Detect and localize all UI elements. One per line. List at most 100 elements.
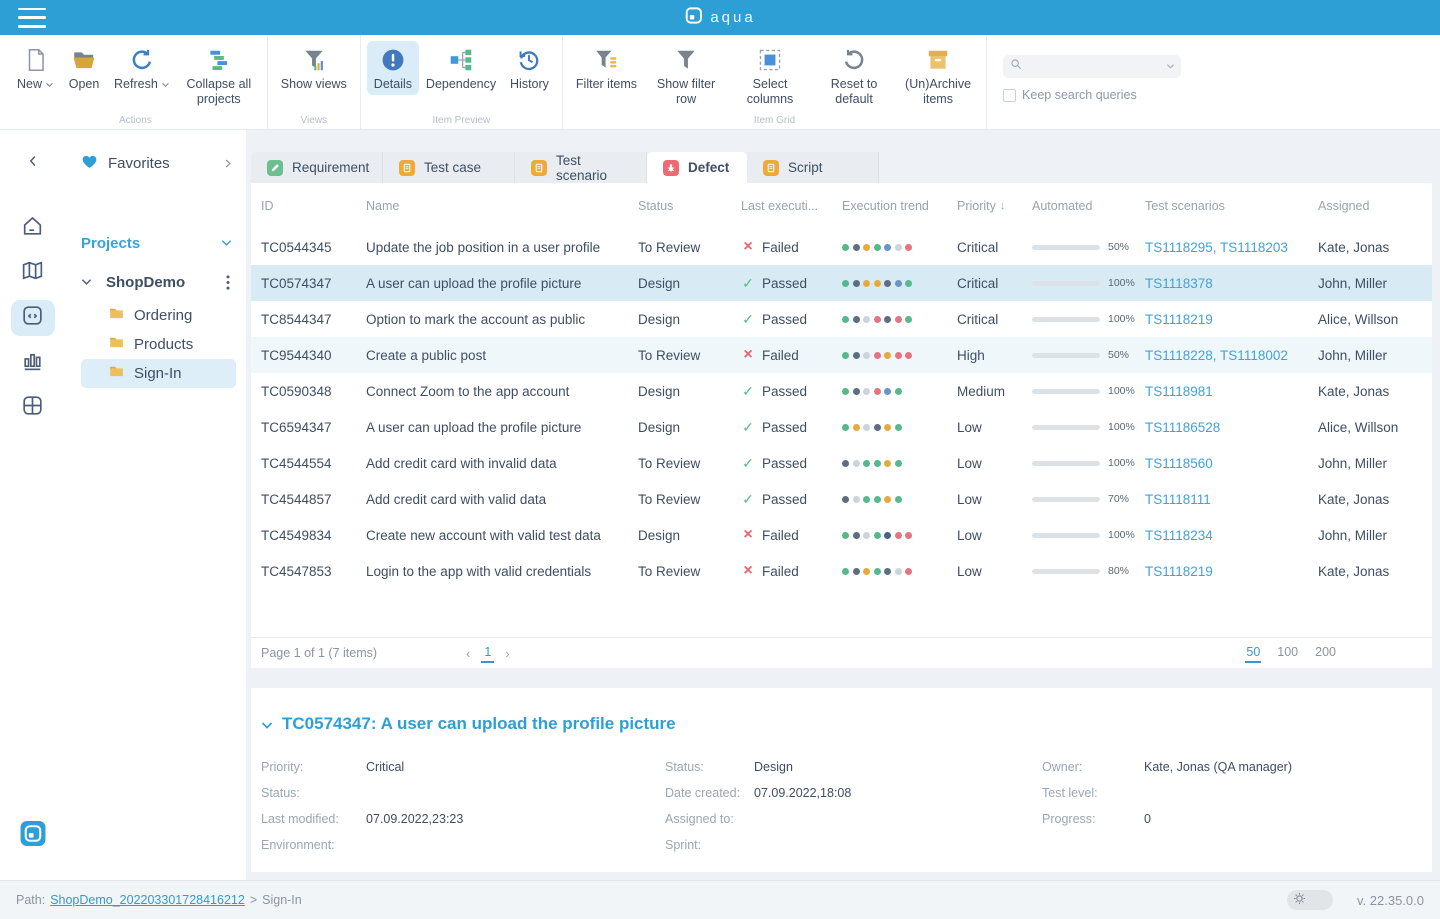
keep-search-checkbox[interactable] bbox=[1003, 89, 1016, 102]
column-header-name[interactable]: Name bbox=[366, 199, 638, 213]
chevron-right-icon[interactable] bbox=[224, 158, 232, 169]
tab-defect[interactable]: Defect bbox=[647, 152, 747, 183]
open-button[interactable]: Open bbox=[61, 41, 107, 95]
un-archive-items-button[interactable]: (Un)Archive items bbox=[896, 41, 980, 110]
column-header-test-scenarios[interactable]: Test scenarios bbox=[1145, 199, 1318, 213]
page-size-100[interactable]: 100 bbox=[1276, 643, 1299, 663]
test-case-icon bbox=[399, 160, 415, 176]
cell-test-scenarios: TS1118228, TS1118002 bbox=[1145, 348, 1318, 363]
table-row[interactable]: TC4549834Create new account with valid t… bbox=[251, 517, 1432, 553]
column-header-priority[interactable]: Priority↓ bbox=[957, 199, 1032, 213]
test-scenario-link[interactable]: TS1118378 bbox=[1145, 276, 1213, 291]
column-header-id[interactable]: ID bbox=[261, 199, 366, 213]
table-row[interactable]: TC0574347A user can upload the profile p… bbox=[251, 265, 1432, 301]
chevron-down-icon[interactable] bbox=[1166, 63, 1175, 70]
test-scenario-link[interactable]: TS1118981 bbox=[1145, 384, 1213, 399]
tab-requirement[interactable]: Requirement bbox=[251, 152, 383, 183]
cell-last-execution: ×Failed bbox=[741, 526, 842, 544]
filter-items-button[interactable]: Filter items bbox=[569, 41, 644, 95]
page-size-200[interactable]: 200 bbox=[1314, 643, 1337, 663]
table-row[interactable]: TC6594347A user can upload the profile p… bbox=[251, 409, 1432, 445]
prev-page-button[interactable]: ‹ bbox=[466, 646, 470, 661]
table-row[interactable]: TC4547853Login to the app with valid cre… bbox=[251, 553, 1432, 589]
test-scenario-link[interactable]: TS1118219 bbox=[1145, 564, 1213, 579]
tree-folder-sign-in[interactable]: Sign-In bbox=[81, 359, 236, 388]
column-header-execution-trend[interactable]: Execution trend bbox=[842, 199, 957, 213]
trend-dot bbox=[842, 280, 849, 287]
nav-reports[interactable] bbox=[11, 345, 55, 381]
trend-dot bbox=[863, 460, 870, 467]
table-row[interactable]: TC8544347Option to mark the account as p… bbox=[251, 301, 1432, 337]
reset-to-default-button[interactable]: Reset to default bbox=[812, 41, 896, 110]
favorites-section[interactable]: Favorites bbox=[81, 150, 238, 176]
trend-dot bbox=[842, 352, 849, 359]
table-row[interactable]: TC0590348Connect Zoom to the app account… bbox=[251, 373, 1432, 409]
dependency-button[interactable]: Dependency bbox=[419, 41, 503, 95]
path-project-link[interactable]: ShopDemo_202203301728416212 bbox=[50, 893, 245, 907]
select-columns-button[interactable]: Select columns bbox=[728, 41, 812, 110]
projects-label: Projects bbox=[81, 235, 221, 252]
settings-toggle[interactable] bbox=[1287, 890, 1333, 910]
next-page-button[interactable]: › bbox=[505, 646, 509, 661]
tree-folder-ordering[interactable]: Ordering bbox=[81, 301, 236, 330]
column-header-assigned[interactable]: Assigned bbox=[1318, 199, 1432, 213]
test-scenario-link[interactable]: TS1118219 bbox=[1145, 312, 1213, 327]
table-row[interactable]: TC4544554Add credit card with invalid da… bbox=[251, 445, 1432, 481]
page-size-50[interactable]: 50 bbox=[1245, 643, 1261, 663]
table-row[interactable]: TC0544345Update the job position in a us… bbox=[251, 229, 1432, 265]
trend-dot bbox=[863, 280, 870, 287]
collapse-sidebar-button[interactable] bbox=[24, 152, 42, 170]
tab-test-scenario[interactable]: Test scenario bbox=[515, 152, 647, 183]
cell-automated: 100% bbox=[1032, 313, 1145, 325]
nav-items[interactable] bbox=[11, 300, 55, 336]
dependency-icon bbox=[448, 46, 474, 74]
details-button[interactable]: Details bbox=[367, 41, 419, 95]
new-button[interactable]: New bbox=[10, 41, 61, 95]
test-scenario-link[interactable]: TS1118295, TS1118203 bbox=[1145, 240, 1288, 255]
tab-script[interactable]: Script bbox=[747, 152, 879, 183]
table-row[interactable]: TC4544857Add credit card with valid data… bbox=[251, 481, 1432, 517]
detail-field-value: Critical bbox=[366, 758, 404, 776]
automated-percent-label: 100% bbox=[1108, 421, 1135, 433]
chevron-down-icon[interactable] bbox=[261, 721, 273, 730]
menu-icon[interactable] bbox=[18, 8, 46, 28]
trend-dot bbox=[874, 388, 881, 395]
detail-title-row[interactable]: TC0574347: A user can upload the profile… bbox=[261, 714, 1422, 734]
cell-name: Create new account with valid test data bbox=[366, 528, 638, 543]
column-header-status[interactable]: Status bbox=[638, 199, 741, 213]
cell-last-execution: ✓Passed bbox=[741, 311, 842, 328]
nav-map[interactable] bbox=[11, 255, 55, 291]
chevron-down-icon bbox=[161, 82, 170, 88]
show-views-button[interactable]: Show views bbox=[274, 41, 354, 95]
test-scenario-link[interactable]: TS1118234 bbox=[1145, 528, 1213, 543]
collapse-all-projects-button[interactable]: Collapse all projects bbox=[177, 41, 261, 110]
test-scenario-link[interactable]: TS1118560 bbox=[1145, 456, 1213, 471]
table-row[interactable]: TC9544340Create a public postTo Review×F… bbox=[251, 337, 1432, 373]
test-scenario-link[interactable]: TS11186528 bbox=[1145, 420, 1220, 435]
failed-x-icon: × bbox=[741, 238, 755, 256]
test-scenario-link[interactable]: TS1118111 bbox=[1145, 492, 1211, 507]
trend-dot bbox=[863, 568, 870, 575]
refresh-button[interactable]: Refresh bbox=[107, 41, 177, 95]
search-box[interactable] bbox=[1003, 55, 1181, 78]
nav-dashboard[interactable] bbox=[11, 390, 55, 426]
projects-section-header[interactable]: Projects bbox=[81, 230, 238, 256]
grid-header-row: IDNameStatusLast executi...Execution tre… bbox=[251, 183, 1432, 229]
tab-test-case[interactable]: Test case bbox=[383, 152, 515, 183]
tree-folder-products[interactable]: Products bbox=[81, 330, 236, 359]
chevron-down-icon[interactable] bbox=[221, 239, 232, 247]
kebab-menu-icon[interactable] bbox=[226, 275, 230, 290]
show-filter-row-button[interactable]: Show filter row bbox=[644, 41, 728, 110]
project-node-shopdemo[interactable]: ShopDemo bbox=[81, 269, 238, 295]
column-header-automated[interactable]: Automated bbox=[1032, 199, 1145, 213]
current-page-button[interactable]: 1 bbox=[481, 643, 494, 663]
last-execution-label: Passed bbox=[762, 456, 807, 471]
cell-name: Add credit card with valid data bbox=[366, 492, 638, 507]
history-button[interactable]: History bbox=[503, 41, 556, 95]
chevron-down-icon[interactable] bbox=[81, 278, 92, 286]
test-scenario-link[interactable]: TS1118228, TS1118002 bbox=[1145, 348, 1288, 363]
nav-home[interactable] bbox=[11, 210, 55, 246]
column-header-last-executi[interactable]: Last executi... bbox=[741, 199, 842, 213]
main-area: RequirementTest caseTest scenarioDefectS… bbox=[246, 130, 1440, 880]
search-input[interactable] bbox=[1028, 59, 1161, 75]
